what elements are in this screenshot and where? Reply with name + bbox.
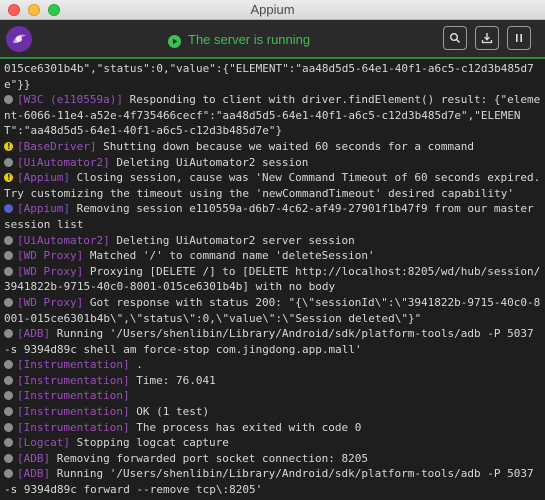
debug-icon: [4, 235, 13, 245]
log-entry-text: Running '/Users/shenlibin/Library/Androi…: [4, 467, 541, 497]
log-entry: [Instrumentation]: [4, 388, 541, 404]
log-entry: [Instrumentation] The process has exited…: [4, 420, 541, 436]
server-log-console[interactable]: 015ce6301b4b","status":0,"value":{"ELEME…: [0, 59, 545, 500]
log-entry-text: Stopping logcat capture: [69, 436, 229, 450]
warning-icon: [4, 170, 13, 186]
log-entry: [Instrumentation] OK (1 test): [4, 404, 541, 420]
log-entry: [Appium] Closing session, cause was 'New…: [4, 170, 541, 201]
log-entry: [W3C (e110559a)] Responding to client wi…: [4, 92, 541, 139]
pause-server-button[interactable]: [507, 26, 531, 50]
log-entry: [Appium] Removing session e110559a-d6b7-…: [4, 201, 541, 232]
log-entry-tag: [WD Proxy]: [17, 295, 84, 309]
debug-icon: [4, 297, 13, 307]
log-entry-text: OK (1 test): [129, 405, 210, 419]
log-entry-tag: [Appium]: [17, 202, 70, 216]
log-entry-tag: [Instrumentation]: [17, 420, 130, 434]
appium-window: Appium The server is running 015ce6301b4…: [0, 0, 545, 500]
debug-icon: [4, 251, 13, 261]
log-entry: [ADB] Running '/Users/shenlibin/Library/…: [4, 466, 541, 497]
debug-icon: [4, 469, 13, 479]
log-entry-tag: [Instrumentation]: [17, 358, 130, 372]
log-entry: [UiAutomator2] Deleting UiAutomator2 ses…: [4, 155, 541, 171]
log-entry-text: .: [129, 358, 143, 372]
download-icon: [481, 29, 493, 48]
log-entry: [WD Proxy] Proxying [DELETE /] to [DELET…: [4, 264, 541, 295]
log-entry: [WD Proxy] Matched '/' to command name '…: [4, 248, 541, 264]
log-entry-tag: [Instrumentation]: [17, 389, 130, 403]
log-entry-text: Removing session e110559a-d6b7-4c62-af49…: [4, 202, 541, 231]
appium-logo-icon: [6, 26, 32, 52]
debug-icon: [4, 266, 13, 276]
debug-icon: [4, 438, 13, 448]
debug-icon: [4, 157, 13, 167]
log-entry-text: Running '/Users/shenlibin/Library/Androi…: [4, 327, 541, 356]
log-entry-tag: [UiAutomator2]: [17, 233, 110, 247]
debug-icon: [4, 95, 13, 105]
log-entry-text: Shutting down because we waited 60 secon…: [96, 139, 474, 153]
log-entry: [ADB] Removing forwarded port socket con…: [4, 451, 541, 467]
log-entry-tag: [Logcat]: [17, 436, 70, 450]
log-entry-tag: [Appium]: [17, 171, 70, 185]
server-status-text: The server is running: [188, 31, 311, 47]
debug-icon: [4, 453, 13, 463]
log-entry-text: Got response with status 200: "{\"sessio…: [4, 295, 541, 325]
log-entry: [BaseDriver] Shutting down because we wa…: [4, 139, 541, 155]
server-status: The server is running: [168, 29, 310, 49]
search-logs-button[interactable]: [443, 26, 467, 50]
log-entry: [ADB] Running '/Users/shenlibin/Library/…: [4, 326, 541, 357]
log-entry: [Instrumentation] .: [4, 357, 541, 373]
log-entry-text: Time: 76.041: [129, 373, 216, 387]
play-circle-icon: [168, 33, 181, 48]
log-entry: 015ce6301b4b","status":0,"value":{"ELEME…: [4, 61, 541, 92]
warning-icon: [4, 139, 13, 155]
download-logs-button[interactable]: [475, 26, 499, 50]
log-entry-tag: [Instrumentation]: [17, 405, 130, 419]
log-entry-text: Proxying [DELETE /] to [DELETE http://lo…: [4, 264, 541, 294]
log-entry-tag: [Instrumentation]: [17, 373, 130, 387]
log-entry-tag: [WD Proxy]: [17, 249, 84, 263]
log-entry-text: 015ce6301b4b","status":0,"value":{"ELEME…: [4, 62, 534, 91]
log-entry-tag: [BaseDriver]: [17, 139, 97, 153]
log-entry: [Instrumentation] Time: 76.041: [4, 373, 541, 389]
title-bar: Appium: [0, 0, 545, 20]
log-entry-tag: [UiAutomator2]: [17, 155, 110, 169]
log-entry-text: Deleting UiAutomator2 session: [109, 155, 309, 169]
log-entry-tag: [ADB]: [17, 327, 51, 341]
log-entry-text: Deleting UiAutomator2 server session: [109, 233, 355, 247]
log-entry-tag: [ADB]: [17, 451, 51, 465]
debug-icon: [4, 329, 13, 339]
log-entry-text: Matched '/' to command name 'deleteSessi…: [83, 249, 375, 263]
debug-icon: [4, 360, 13, 370]
server-header: The server is running: [0, 20, 545, 59]
debug-icon: [4, 391, 13, 401]
log-entry-tag: [W3C (e110559a)]: [17, 93, 123, 107]
pause-icon: [513, 29, 525, 48]
log-entry-text: Removing forwarded port socket connectio…: [50, 451, 369, 465]
info-icon: [4, 204, 13, 214]
log-entry-text: Closing session, cause was 'New Command …: [4, 171, 541, 200]
search-icon: [449, 29, 461, 48]
log-entry-text: The process has exited with code 0: [129, 420, 362, 434]
debug-icon: [4, 422, 13, 432]
debug-icon: [4, 407, 13, 417]
log-entry: [UiAutomator2] Deleting UiAutomator2 ser…: [4, 233, 541, 249]
log-entry: [Logcat] Stopping logcat capture: [4, 435, 541, 451]
log-entry: [WD Proxy] Got response with status 200:…: [4, 295, 541, 326]
debug-icon: [4, 375, 13, 385]
log-entry-tag: [ADB]: [17, 467, 51, 481]
window-title: Appium: [250, 2, 295, 17]
log-entry-tag: [WD Proxy]: [17, 264, 84, 278]
